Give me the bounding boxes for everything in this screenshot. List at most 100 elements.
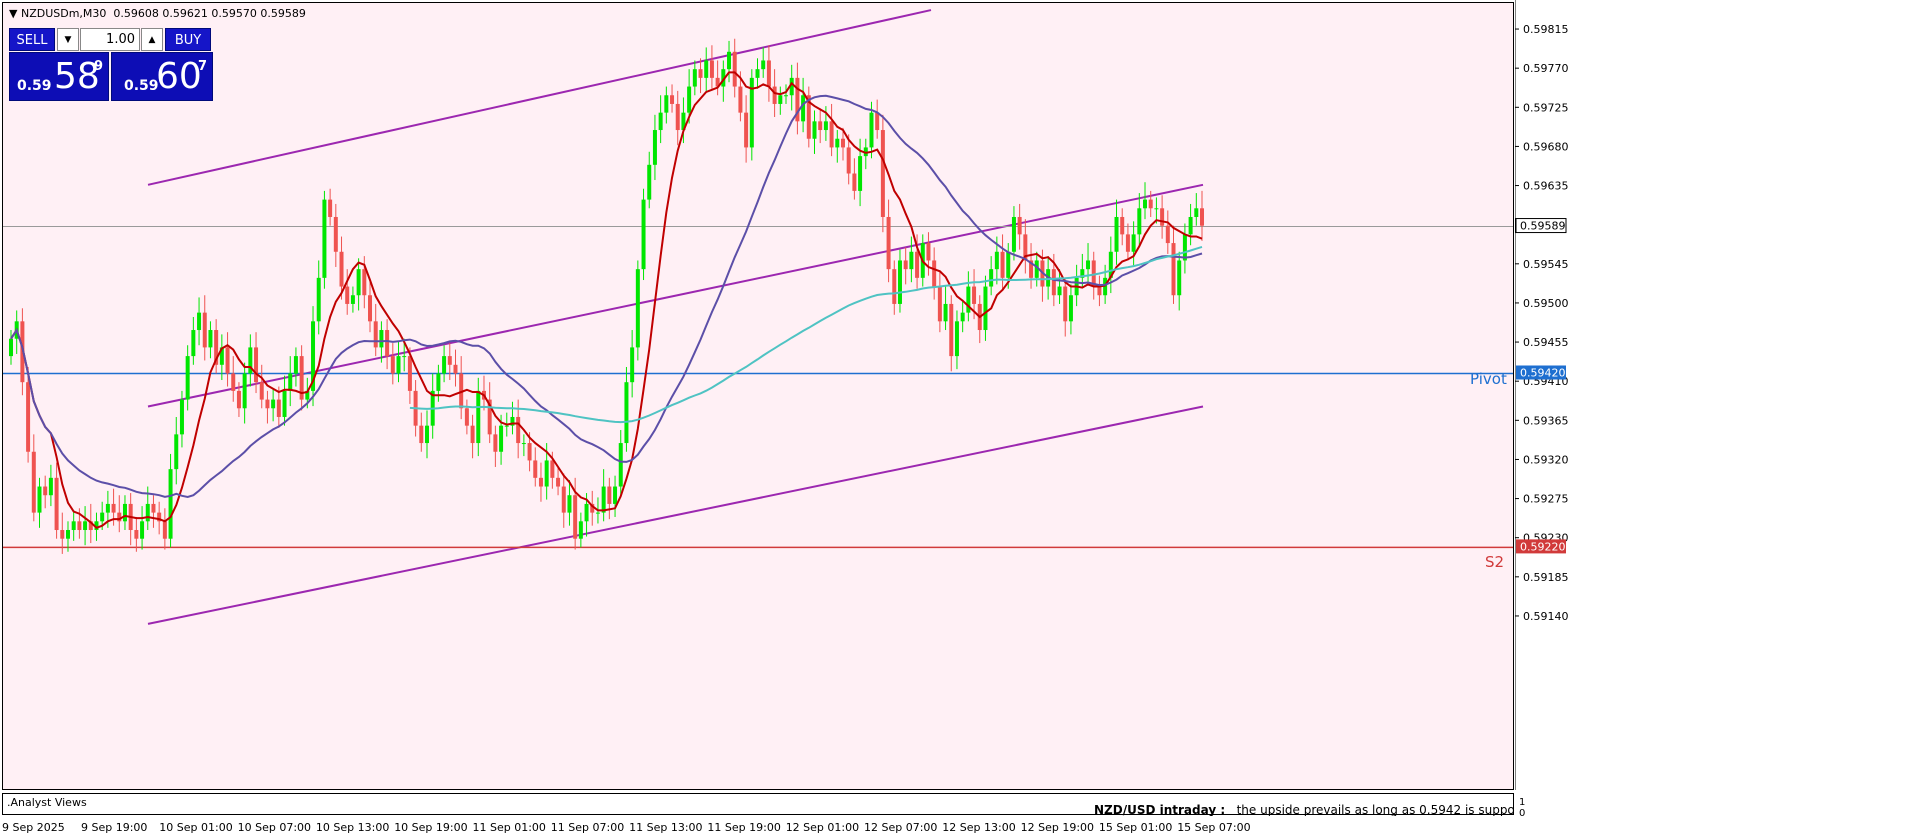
candle xyxy=(316,260,321,335)
candle-body xyxy=(709,60,714,78)
moving-averages xyxy=(10,71,1203,529)
candle-body xyxy=(738,86,743,113)
price-chart[interactable] xyxy=(3,3,1514,790)
candle-body xyxy=(134,530,139,539)
candle xyxy=(208,321,213,359)
candle-body xyxy=(858,156,863,191)
candle xyxy=(704,47,709,91)
candle xyxy=(863,138,868,170)
candle-body xyxy=(897,260,902,304)
candle-body xyxy=(652,130,657,165)
candle-body xyxy=(886,216,891,270)
candle-body xyxy=(493,434,498,452)
candle xyxy=(727,40,732,83)
candle-body xyxy=(293,356,298,374)
candle-body xyxy=(1165,225,1170,244)
candle xyxy=(1200,190,1204,241)
candle-body xyxy=(464,408,469,426)
candle-body xyxy=(664,95,669,113)
candle-body xyxy=(801,95,806,122)
buy-button[interactable]: BUY xyxy=(165,28,211,51)
candle xyxy=(288,356,293,407)
candle-body xyxy=(1000,251,1005,278)
candle-body xyxy=(43,486,48,496)
candle-body xyxy=(943,303,948,322)
candle xyxy=(1194,193,1199,226)
candle-body xyxy=(1057,286,1062,296)
candle xyxy=(424,410,429,459)
candle xyxy=(83,506,88,546)
candle-body xyxy=(379,330,384,348)
candle-body xyxy=(185,356,190,400)
lot-size-input[interactable]: 1.00 xyxy=(80,28,140,51)
buy-price-box[interactable]: 0.59 60 7 xyxy=(111,52,213,101)
candle xyxy=(983,275,988,341)
candle-body xyxy=(77,521,82,531)
candle xyxy=(117,495,122,533)
time-axis-label: 9 Sep 2025 xyxy=(2,821,65,834)
time-axis[interactable]: 9 Sep 2025 9 Sep 19:00 10 Sep 01:00 10 Sep … xyxy=(0,816,1916,840)
candle-body xyxy=(54,477,59,531)
candle xyxy=(442,345,447,383)
candle-body xyxy=(675,103,680,131)
sell-price-box[interactable]: 0.59 58 9 xyxy=(9,52,109,101)
candle-body xyxy=(419,425,424,444)
candle-body xyxy=(544,460,549,487)
candle xyxy=(430,373,435,439)
candle xyxy=(385,319,390,370)
candle-body xyxy=(755,69,760,78)
candle xyxy=(48,464,53,507)
candle-body xyxy=(259,382,264,400)
candle-body xyxy=(37,486,42,513)
lot-increase-button[interactable]: ▲ xyxy=(141,28,163,51)
time-axis-label: 9 Sep 19:00 xyxy=(81,821,148,834)
candle xyxy=(852,158,857,200)
candle-body xyxy=(607,486,612,504)
candle-body xyxy=(613,486,618,504)
level-lines[interactable] xyxy=(3,226,1514,549)
time-axis-label: 10 Sep 07:00 xyxy=(237,821,312,834)
candle-body xyxy=(168,469,173,539)
candle xyxy=(1063,277,1068,337)
candle-body xyxy=(100,512,105,522)
price-tick-label: 0.59635 xyxy=(1523,180,1569,193)
candle xyxy=(613,475,618,517)
chart-area[interactable]: ▼ NZDUSDm,M30 0.59608 0.59621 0.59570 0.… xyxy=(2,2,1514,790)
candle xyxy=(436,364,441,402)
candle xyxy=(1177,251,1182,311)
candle xyxy=(949,295,954,372)
candle xyxy=(447,343,452,381)
lot-decrease-button[interactable]: ▼ xyxy=(57,28,79,51)
candle xyxy=(989,256,994,296)
candle-body xyxy=(567,495,572,513)
symbol-down-icon[interactable]: ▼ xyxy=(9,7,17,20)
candle-body xyxy=(242,373,247,409)
candle xyxy=(459,356,464,420)
candle-body xyxy=(960,312,965,322)
candle xyxy=(265,390,270,424)
candle xyxy=(311,306,316,407)
candle xyxy=(1097,275,1102,307)
candle-body xyxy=(533,460,538,478)
candle-body xyxy=(254,347,259,383)
candle xyxy=(567,480,572,526)
price-tick-label: 0.59185 xyxy=(1523,571,1569,584)
channel-lines[interactable] xyxy=(147,9,1204,625)
candle-body xyxy=(447,356,452,365)
candle xyxy=(140,506,145,550)
candle xyxy=(1188,203,1193,246)
candle-body xyxy=(225,347,230,374)
candle xyxy=(419,412,424,452)
candle-body xyxy=(151,503,156,513)
candle-body xyxy=(345,286,350,304)
candle-body xyxy=(356,269,361,296)
candle-body xyxy=(595,512,600,514)
pivot-label: Pivot xyxy=(1470,370,1507,388)
price-scale-svg[interactable]: 0.59815 0.59770 0.59725 0.59680 0.59635 0.595… xyxy=(1515,0,1916,840)
price-scale[interactable]: 0.59815 0.59770 0.59725 0.59680 0.59635 0.595… xyxy=(1515,0,1916,840)
candle xyxy=(1131,221,1136,267)
candle-body xyxy=(1148,199,1153,209)
sell-button[interactable]: SELL xyxy=(9,28,55,51)
analyst-views-panel: .Analyst Views NZD/USD intraday : the up… xyxy=(2,793,1524,817)
candle-body xyxy=(373,321,378,348)
